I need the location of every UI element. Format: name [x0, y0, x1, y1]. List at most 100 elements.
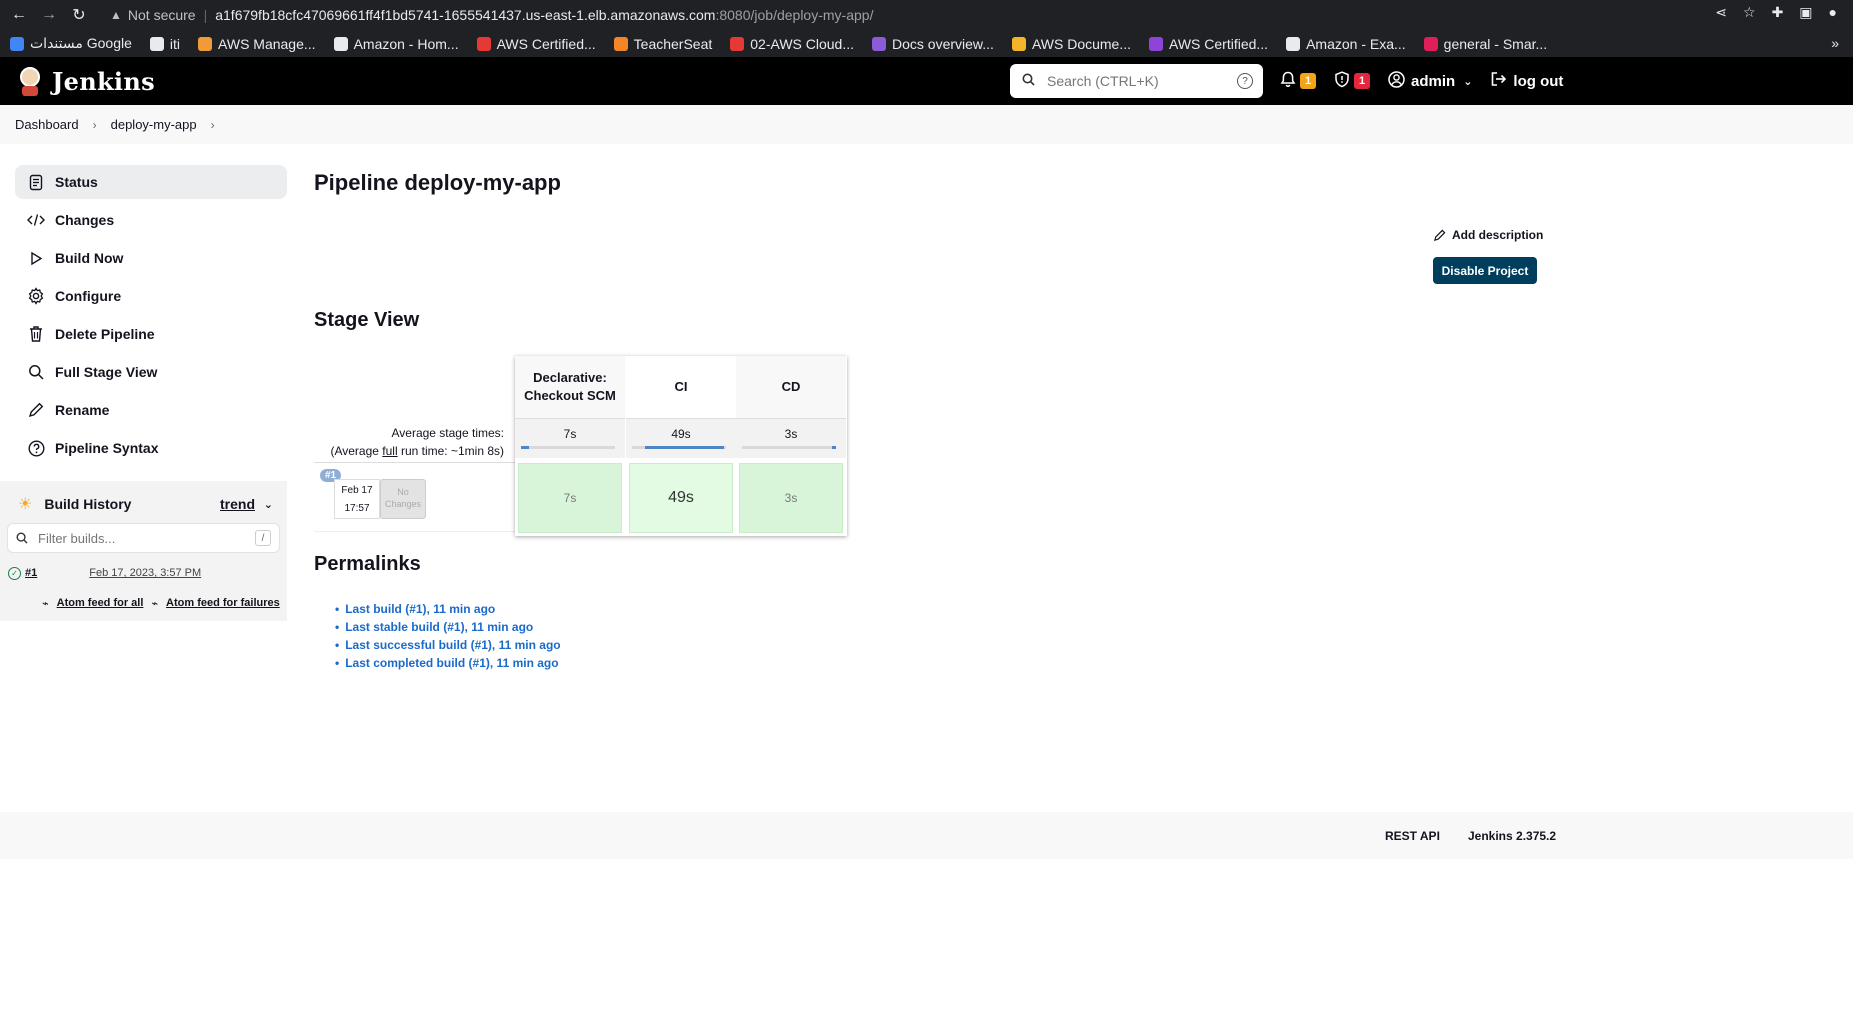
search-input[interactable] — [1047, 73, 1227, 89]
bookmark-item[interactable]: Docs overview... — [872, 36, 994, 52]
sidebar-item-status[interactable]: Status — [15, 165, 287, 199]
bookmark-label: TeacherSeat — [633, 35, 713, 52]
search-help-icon[interactable]: ? — [1237, 73, 1253, 89]
back-arrow-icon[interactable]: ← — [8, 4, 30, 26]
logout-link[interactable]: log out — [1490, 71, 1563, 91]
bookmark-favicon-icon — [333, 36, 348, 51]
stage-run-cell[interactable]: 7s — [518, 463, 622, 533]
bookmark-favicon-icon — [476, 36, 491, 51]
security-button[interactable]: 1 — [1334, 70, 1370, 92]
chevron-down-icon: ⌄ — [1463, 75, 1473, 88]
reload-icon[interactable]: ↻ — [68, 4, 90, 26]
sidebar-item-pipeline-syntax[interactable]: Pipeline Syntax — [15, 431, 287, 465]
breadcrumb-job[interactable]: deploy-my-app — [111, 117, 197, 132]
forward-arrow-icon[interactable]: → — [38, 4, 60, 26]
user-menu[interactable]: admin ⌄ — [1388, 70, 1473, 92]
permalink-item[interactable]: Last successful build (#1), 11 min ago — [335, 636, 560, 654]
browser-address-bar: ← → ↻ ▲ Not secure | a1f679fb18cfc470696… — [0, 0, 1853, 30]
extensions-icon[interactable]: ✚ — [1772, 4, 1784, 21]
sidepanel-icon[interactable]: ▣ — [1799, 4, 1812, 21]
bookmark-label: general - Smar... — [1443, 35, 1548, 52]
bookmark-item[interactable]: iti — [149, 36, 180, 52]
bookmark-favicon-icon — [730, 36, 745, 51]
stage-time-bar — [742, 446, 836, 449]
build-row[interactable]: ✓ #1 Feb 17, 2023, 3:57 PM — [8, 565, 278, 581]
bookmark-favicon-icon — [1011, 36, 1026, 51]
bookmark-item[interactable]: general - Smar... — [1423, 35, 1548, 52]
profile-icon[interactable]: ● — [1829, 4, 1837, 21]
bookmark-item[interactable]: AWS Certified... — [476, 35, 596, 52]
filter-shortcut-key: / — [255, 530, 271, 546]
permalink-item[interactable]: Last stable build (#1), 11 min ago — [335, 618, 561, 636]
bookmark-favicon-icon — [149, 36, 164, 51]
full-run-time-link[interactable]: full — [382, 444, 397, 458]
jenkins-version-link[interactable]: Jenkins 2.375.2 — [1468, 829, 1556, 843]
filter-builds[interactable]: / — [7, 523, 280, 553]
rss-icon: ⌁ — [151, 598, 159, 610]
help-icon — [27, 439, 45, 457]
build-number-link[interactable]: #1 — [25, 567, 37, 579]
sidebar-item-configure[interactable]: Configure — [15, 279, 287, 313]
permalinks-list: Last build (#1), 11 min agoLast stable b… — [335, 600, 561, 672]
bookmark-item[interactable]: AWS Docume... — [1011, 36, 1131, 52]
sidebar-item-label: Changes — [55, 212, 115, 228]
sidebar-item-rename[interactable]: Rename — [15, 393, 287, 427]
pencil-icon — [1433, 229, 1446, 241]
stage-run-cell[interactable]: 3s — [739, 463, 843, 533]
filter-builds-input[interactable] — [38, 530, 238, 546]
bookmark-item[interactable]: مستندات Google — [10, 35, 132, 52]
atom-feed-all-link[interactable]: Atom feed for all — [57, 597, 144, 610]
bookmark-item[interactable]: AWS Manage... — [198, 36, 316, 52]
permalinks-title: Permalinks — [314, 553, 421, 575]
stage-view-table: Declarative: Checkout SCM 7s 7s CI 49s 49s CD 3s… — [515, 356, 847, 536]
stage-header: CD — [736, 356, 846, 418]
chevron-down-icon[interactable]: ⌄ — [264, 498, 273, 511]
bookmark-item[interactable]: 02-AWS Cloud... — [730, 36, 854, 52]
bookmark-label: 02-AWS Cloud... — [750, 35, 855, 52]
url-field[interactable]: ▲ Not secure | a1f679fb18cfc47069661ff4f… — [110, 7, 873, 23]
more-bookmarks-icon[interactable]: » — [1831, 35, 1839, 51]
bookmark-label: AWS Manage... — [218, 35, 316, 52]
star-icon[interactable]: ☆ — [1743, 4, 1756, 21]
bookmark-label: AWS Certified... — [1169, 35, 1269, 52]
jenkins-butler-icon — [16, 64, 44, 98]
no-changes-box: No Changes — [380, 479, 426, 519]
chevron-right-icon[interactable]: › — [211, 118, 215, 132]
sidebar-item-label: Delete Pipeline — [55, 326, 155, 342]
permalink-item[interactable]: Last build (#1), 11 min ago — [335, 600, 561, 618]
stage-run-cell[interactable]: 49s — [629, 463, 733, 533]
search-box[interactable]: ? — [1010, 64, 1263, 98]
pipeline-run-row[interactable]: #1 Feb 17 17:57 No Changes — [314, 462, 515, 532]
bookmark-item[interactable]: Amazon - Hom... — [333, 36, 459, 52]
rss-icon: ⌁ — [42, 598, 49, 610]
stage-header: CI — [626, 356, 736, 418]
build-date-link[interactable]: Feb 17, 2023, 3:57 PM — [89, 567, 201, 579]
bookmark-item[interactable]: Amazon - Exa... — [1286, 36, 1406, 52]
share-icon[interactable]: ⋖ — [1715, 4, 1727, 21]
security-badge: 1 — [1354, 73, 1370, 89]
page-title: Pipeline deploy-my-app — [314, 170, 561, 195]
rest-api-link[interactable]: REST API — [1385, 829, 1440, 843]
trash-icon — [27, 325, 45, 343]
sidebar-item-changes[interactable]: Changes — [15, 203, 287, 237]
trend-link[interactable]: trend — [220, 496, 255, 512]
user-icon — [1388, 70, 1405, 92]
disable-project-button[interactable]: Disable Project — [1433, 257, 1537, 284]
sidebar-item-label: Full Stage View — [55, 364, 158, 380]
warning-icon: ▲ — [110, 8, 122, 22]
jenkins-logo[interactable]: Jenkins — [16, 64, 155, 98]
bookmark-label: AWS Certified... — [496, 35, 596, 52]
bookmark-item[interactable]: AWS Certified... — [1149, 36, 1268, 52]
bookmark-favicon-icon — [872, 36, 887, 51]
sidebar-item-full-stage-view[interactable]: Full Stage View — [15, 355, 287, 389]
bookmark-label: Amazon - Exa... — [1306, 35, 1406, 52]
add-description-link[interactable]: Add description — [1433, 228, 1543, 242]
breadcrumb-dashboard[interactable]: Dashboard — [15, 117, 79, 132]
document-icon — [27, 173, 45, 191]
bookmark-item[interactable]: TeacherSeat — [613, 35, 713, 52]
permalink-item[interactable]: Last completed build (#1), 11 min ago — [335, 654, 561, 672]
atom-feed-failures-link[interactable]: Atom feed for failures — [166, 597, 280, 610]
sidebar-item-delete-pipeline[interactable]: Delete Pipeline — [15, 317, 287, 351]
sidebar-item-build-now[interactable]: Build Now — [15, 241, 287, 275]
notifications-button[interactable]: 1 — [1280, 71, 1316, 92]
